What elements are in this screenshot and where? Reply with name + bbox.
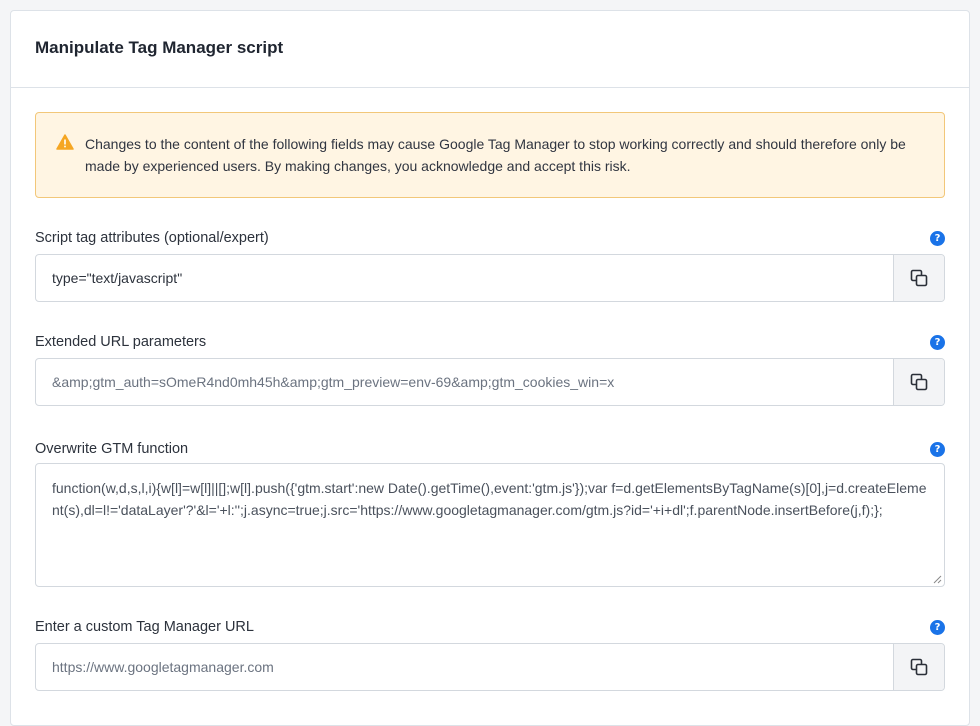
script-attributes-label: Script tag attributes (optional/expert) (35, 230, 269, 246)
copy-button[interactable] (893, 359, 944, 405)
custom-url-input-group: https://www.googletagmanager.com (35, 643, 945, 691)
script-attributes-field: Script tag attributes (optional/expert) … (35, 228, 945, 302)
tag-manager-card: Manipulate Tag Manager script Changes to… (10, 10, 970, 726)
gtm-function-text: function(w,d,s,l,i){w[l]=w[l]||[];w[l].p… (52, 480, 927, 518)
copy-button[interactable] (893, 255, 944, 301)
help-icon[interactable]: ? (930, 442, 945, 457)
help-icon[interactable]: ? (930, 231, 945, 246)
copy-icon (910, 373, 928, 391)
card-header: Manipulate Tag Manager script (11, 11, 969, 88)
gtm-function-field: Overwrite GTM function ? function(w,d,s,… (35, 439, 945, 587)
card-title: Manipulate Tag Manager script (35, 38, 284, 57)
url-params-input-group: &amp;gtm_auth=sOmeR4nd0mh45h&amp;gtm_pre… (35, 358, 945, 406)
script-attributes-input-group: type="text/javascript" (35, 254, 945, 302)
copy-icon (910, 269, 928, 287)
help-icon[interactable]: ? (930, 620, 945, 635)
script-attributes-input[interactable]: type="text/javascript" (36, 255, 893, 301)
warning-alert: Changes to the content of the following … (35, 112, 945, 198)
gtm-function-label: Overwrite GTM function (35, 441, 189, 457)
gtm-function-textarea[interactable]: function(w,d,s,l,i){w[l]=w[l]||[];w[l].p… (35, 463, 945, 587)
url-params-input[interactable]: &amp;gtm_auth=sOmeR4nd0mh45h&amp;gtm_pre… (36, 359, 893, 405)
warning-icon (56, 134, 74, 150)
custom-url-input[interactable]: https://www.googletagmanager.com (36, 644, 893, 690)
url-params-label: Extended URL parameters (35, 334, 207, 350)
help-icon[interactable]: ? (930, 335, 945, 350)
copy-button[interactable] (893, 644, 944, 690)
resize-grip-icon[interactable] (932, 574, 942, 584)
custom-url-field: Enter a custom Tag Manager URL ? https:/… (35, 617, 945, 691)
alert-text: Changes to the content of the following … (85, 136, 906, 174)
url-params-field: Extended URL parameters ? &amp;gtm_auth=… (35, 332, 945, 406)
copy-icon (910, 658, 928, 676)
custom-url-label: Enter a custom Tag Manager URL (35, 619, 254, 635)
